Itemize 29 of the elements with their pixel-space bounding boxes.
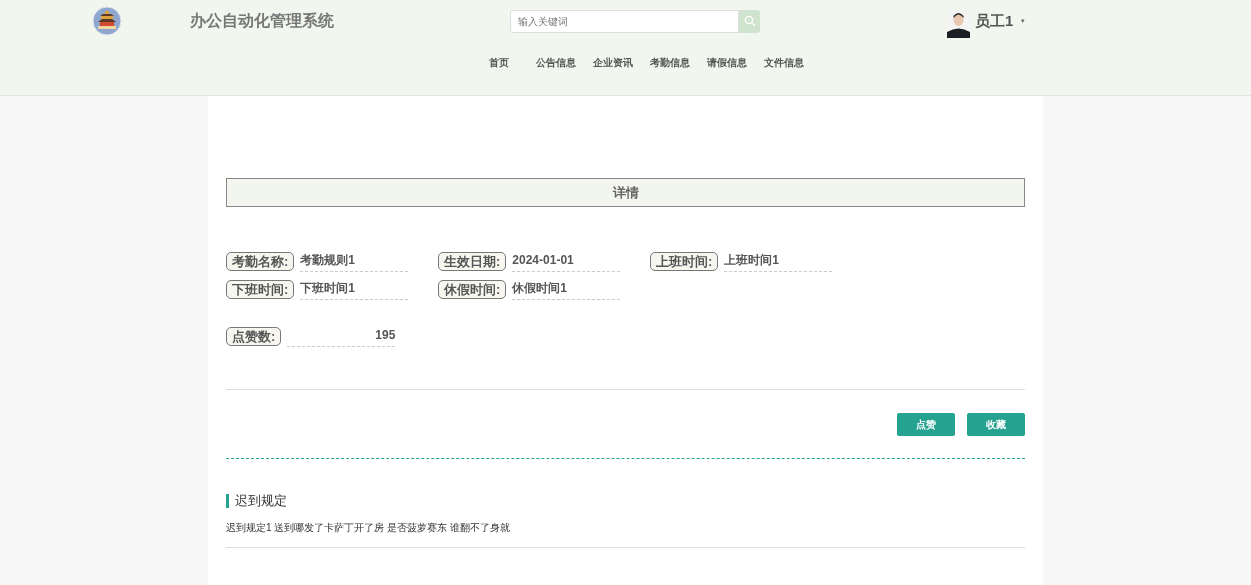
field-value: 考勤规则1 xyxy=(300,252,409,272)
temple-logo-icon xyxy=(92,6,122,36)
field-label: 休假时间: xyxy=(438,280,507,299)
search-button[interactable] xyxy=(739,9,760,33)
nav-link[interactable]: 请假信息 xyxy=(698,55,755,70)
field-label: 上班时间: xyxy=(650,252,719,271)
site-title: 办公自动化管理系统 xyxy=(190,11,334,31)
field-value: 休假时间1 xyxy=(512,280,621,300)
nav-link[interactable]: 企业资讯 xyxy=(584,55,641,70)
field-value: 下班时间1 xyxy=(300,280,409,300)
field-label: 生效日期: xyxy=(438,252,507,271)
field-value: 195 xyxy=(287,327,396,347)
nav-link[interactable]: 考勤信息 xyxy=(641,55,698,70)
search-icon xyxy=(743,15,756,27)
user-name[interactable]: 员工1 xyxy=(975,9,1014,33)
field-label: 点赞数: xyxy=(226,327,282,346)
section-title: 迟到规定 xyxy=(235,492,287,510)
field-label: 考勤名称: xyxy=(226,252,295,271)
field-label: 下班时间: xyxy=(226,280,295,299)
section-text: 迟到规定1 送到哪发了卡萨丁开了房 是否菠萝赛东 谁翻不了身就 xyxy=(226,520,511,535)
avatar-icon xyxy=(947,10,970,38)
nav-link[interactable]: 文件信息 xyxy=(755,55,812,70)
field-value: 2024-01-01 xyxy=(512,252,621,272)
detail-header: 详情 xyxy=(226,178,1025,207)
section-marker xyxy=(226,493,229,508)
search-field[interactable]: 输入关键词 xyxy=(510,9,739,33)
field-value: 上班时间1 xyxy=(724,252,833,272)
nav-link[interactable]: 公告信息 xyxy=(527,55,584,70)
nav-link[interactable]: 首页 xyxy=(470,55,527,70)
